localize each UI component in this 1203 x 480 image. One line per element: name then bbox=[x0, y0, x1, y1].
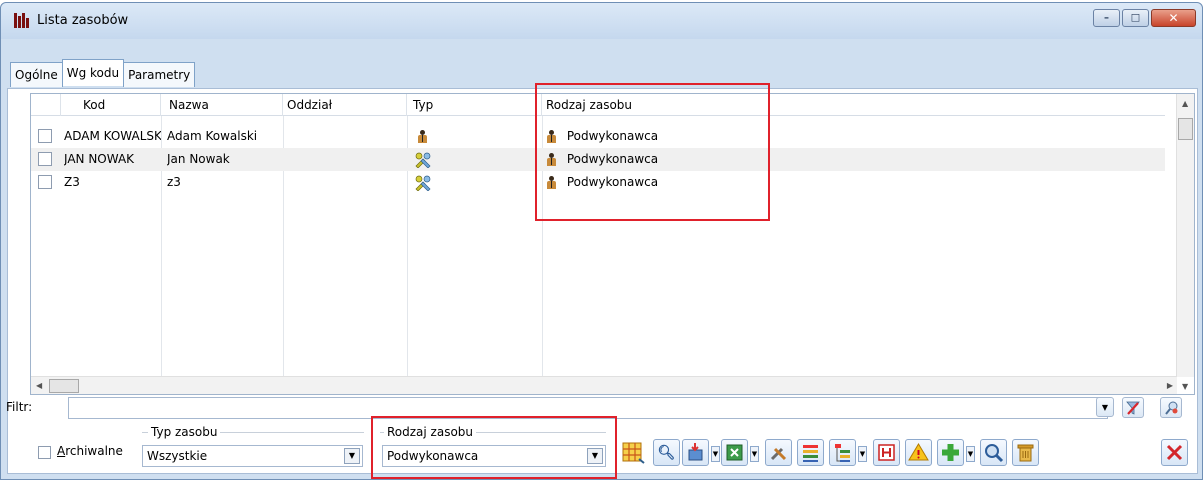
chevron-down-icon[interactable]: ▼ bbox=[344, 448, 360, 464]
delete-button[interactable] bbox=[1012, 439, 1039, 466]
typ-zasobu-select[interactable]: Wszystkie ▼ bbox=[142, 445, 363, 467]
cell-typ bbox=[414, 171, 444, 194]
tools-icon bbox=[415, 152, 431, 168]
clear-filter-button[interactable] bbox=[1122, 397, 1144, 418]
header-oddzial[interactable]: Oddział bbox=[283, 94, 407, 116]
cell-oddzial bbox=[287, 171, 405, 194]
tree-dropdown[interactable]: ▼ bbox=[858, 446, 867, 462]
tab-wg-kodu[interactable]: Wg kodu bbox=[61, 59, 125, 86]
warning-icon bbox=[908, 443, 929, 461]
cell-oddzial bbox=[287, 125, 405, 148]
import-dropdown[interactable]: ▼ bbox=[711, 446, 720, 462]
row-checkbox[interactable] bbox=[38, 152, 52, 166]
search-icon bbox=[985, 444, 1004, 463]
magnifier-icon: 🔍︎ bbox=[657, 444, 676, 461]
app-icon bbox=[14, 13, 31, 28]
excel-icon bbox=[726, 444, 743, 461]
row-checkbox[interactable] bbox=[38, 129, 52, 143]
table-columns-icon bbox=[622, 442, 645, 464]
archiwalne-label[interactable]: Archiwalne bbox=[57, 444, 123, 458]
preview-button[interactable]: 🔍︎ bbox=[653, 439, 680, 466]
tree-view-button[interactable] bbox=[829, 439, 856, 466]
clear-filter-icon bbox=[1126, 401, 1140, 415]
scroll-down-icon[interactable]: ▼ bbox=[1182, 382, 1188, 391]
tools-icon bbox=[415, 175, 431, 191]
warnings-button[interactable] bbox=[905, 439, 932, 466]
horizontal-scroll-thumb[interactable] bbox=[49, 379, 79, 393]
close-icon: ✕ bbox=[1168, 11, 1179, 25]
history-button[interactable] bbox=[873, 439, 900, 466]
list-colors-button[interactable] bbox=[797, 439, 824, 466]
cell-kod: Z3 bbox=[64, 175, 80, 189]
maximize-icon: □ bbox=[1130, 12, 1141, 24]
horizontal-scrollbar[interactable]: ◀ ▶ bbox=[31, 376, 1177, 394]
close-button[interactable] bbox=[1161, 439, 1188, 466]
excel-export-button[interactable] bbox=[721, 439, 748, 466]
typ-zasobu-legend: Typ zasobu bbox=[148, 425, 221, 439]
scroll-left-icon[interactable]: ◀ bbox=[36, 381, 42, 390]
cell-oddzial bbox=[287, 148, 405, 171]
filter-builder-icon bbox=[1165, 401, 1178, 415]
header-kod[interactable]: Kod bbox=[61, 94, 161, 116]
cell-kod: JAN NOWAK bbox=[64, 152, 135, 166]
typ-zasobu-group: Typ zasobu bbox=[142, 425, 364, 439]
header-typ[interactable]: Typ bbox=[407, 94, 542, 116]
vertical-scrollbar[interactable]: ▲ ▼ bbox=[1176, 94, 1194, 391]
cell-nazwa: Jan Nowak bbox=[167, 152, 230, 166]
title-bar[interactable]: Lista zasobów – □ ✕ bbox=[1, 3, 1202, 39]
highlight-rodzaj-column bbox=[535, 83, 770, 221]
import-button[interactable] bbox=[682, 439, 709, 466]
scroll-right-icon[interactable]: ▶ bbox=[1167, 381, 1173, 390]
history-h-icon bbox=[878, 444, 895, 461]
cell-kod: ADAM KOWALSKI bbox=[64, 129, 161, 143]
cell-nazwa: z3 bbox=[167, 175, 181, 189]
tab-strip: Ogólne Wg kodu Parametry bbox=[10, 59, 196, 89]
add-dropdown[interactable]: ▼ bbox=[966, 446, 975, 462]
filter-dropdown-button[interactable]: ▼ bbox=[1096, 397, 1114, 417]
typ-zasobu-value: Wszystkie bbox=[147, 449, 208, 463]
import-icon bbox=[688, 443, 703, 461]
plus-icon bbox=[942, 444, 959, 461]
minimize-button[interactable]: – bbox=[1093, 9, 1120, 27]
chevron-down-icon: ▼ bbox=[859, 450, 866, 458]
chevron-down-icon: ▼ bbox=[1101, 403, 1109, 412]
archiwalne-checkbox[interactable] bbox=[38, 446, 51, 459]
maximize-button[interactable]: □ bbox=[1122, 9, 1149, 27]
chevron-down-icon: ▼ bbox=[967, 450, 974, 458]
view-details-button[interactable] bbox=[980, 439, 1007, 466]
header-check-col bbox=[31, 94, 61, 116]
header-nazwa[interactable]: Nazwa bbox=[161, 94, 283, 116]
minimize-icon: – bbox=[1104, 12, 1109, 24]
hierarchy-icon bbox=[835, 444, 850, 462]
cell-typ bbox=[417, 125, 447, 148]
tools-icon bbox=[770, 447, 787, 461]
person-icon bbox=[417, 129, 428, 144]
close-icon bbox=[1166, 444, 1183, 461]
filter-label: Filtr: bbox=[6, 400, 33, 414]
chevron-down-icon: ▼ bbox=[751, 450, 758, 458]
row-checkbox[interactable] bbox=[38, 175, 52, 189]
colored-list-icon bbox=[803, 445, 818, 462]
excel-dropdown[interactable]: ▼ bbox=[750, 446, 759, 462]
chevron-down-icon: ▼ bbox=[712, 450, 719, 458]
tab-parametry[interactable]: Parametry bbox=[123, 62, 196, 87]
trash-icon bbox=[1017, 444, 1034, 462]
cell-typ bbox=[414, 148, 444, 171]
cell-nazwa: Adam Kowalski bbox=[167, 129, 258, 143]
scroll-up-icon[interactable]: ▲ bbox=[1182, 99, 1188, 108]
tab-ogolne[interactable]: Ogólne bbox=[10, 62, 63, 87]
column-chooser-button[interactable] bbox=[620, 439, 647, 466]
add-button[interactable] bbox=[937, 439, 964, 466]
close-window-button[interactable]: ✕ bbox=[1151, 9, 1196, 27]
window-title: Lista zasobów bbox=[37, 13, 129, 28]
filter-builder-button[interactable] bbox=[1160, 397, 1182, 418]
highlight-rodzaj-filter bbox=[371, 416, 617, 479]
tools-button[interactable] bbox=[765, 439, 792, 466]
vertical-scroll-thumb[interactable] bbox=[1178, 118, 1193, 140]
